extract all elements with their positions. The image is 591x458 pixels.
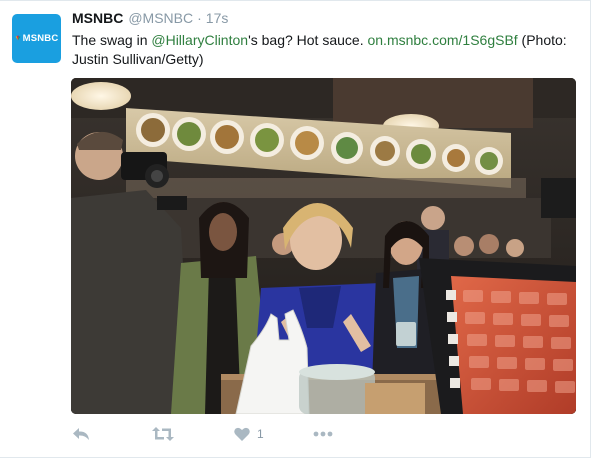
retweet-icon: [152, 427, 174, 441]
register-screen: [419, 258, 576, 414]
tweet-text-part-1: The swag in: [72, 32, 152, 48]
tweet-text-part-2: 's bag? Hot sauce.: [248, 32, 368, 48]
header-separator: ·: [197, 10, 202, 26]
more-button[interactable]: [313, 424, 333, 444]
tweet-photo[interactable]: [71, 78, 576, 414]
peacock-icon: [15, 35, 20, 40]
tweet-actions: 1: [72, 424, 492, 444]
avatar-logo-text: MSNBC: [22, 33, 59, 44]
napkin-box: [365, 383, 425, 414]
retweet-button[interactable]: [152, 424, 174, 444]
like-count: 1: [257, 427, 264, 441]
tweet-header: MSNBC @MSNBC · 17s: [72, 10, 228, 30]
photo-image: [71, 78, 576, 414]
reply-icon: [73, 428, 89, 440]
cup: [396, 322, 416, 346]
more-icon: [313, 431, 333, 437]
glass-jar: [299, 364, 375, 414]
account-handle[interactable]: @MSNBC: [128, 10, 193, 26]
url-link[interactable]: on.msnbc.com/1S6gSBf: [367, 32, 517, 48]
tweet-card[interactable]: MSNBC MSNBC @MSNBC · 17s The swag in @Hi…: [0, 0, 591, 458]
account-name[interactable]: MSNBC: [72, 10, 123, 26]
tweet-text: The swag in @HillaryClinton's bag? Hot s…: [72, 31, 577, 69]
reply-button[interactable]: [72, 424, 90, 444]
like-button[interactable]: 1: [234, 424, 264, 444]
heart-icon: [234, 427, 250, 441]
tweet-timestamp[interactable]: 17s: [206, 10, 229, 26]
avatar[interactable]: MSNBC: [12, 14, 61, 63]
ceiling-lamp: [71, 82, 131, 110]
mention-link[interactable]: @HillaryClinton: [151, 32, 248, 48]
